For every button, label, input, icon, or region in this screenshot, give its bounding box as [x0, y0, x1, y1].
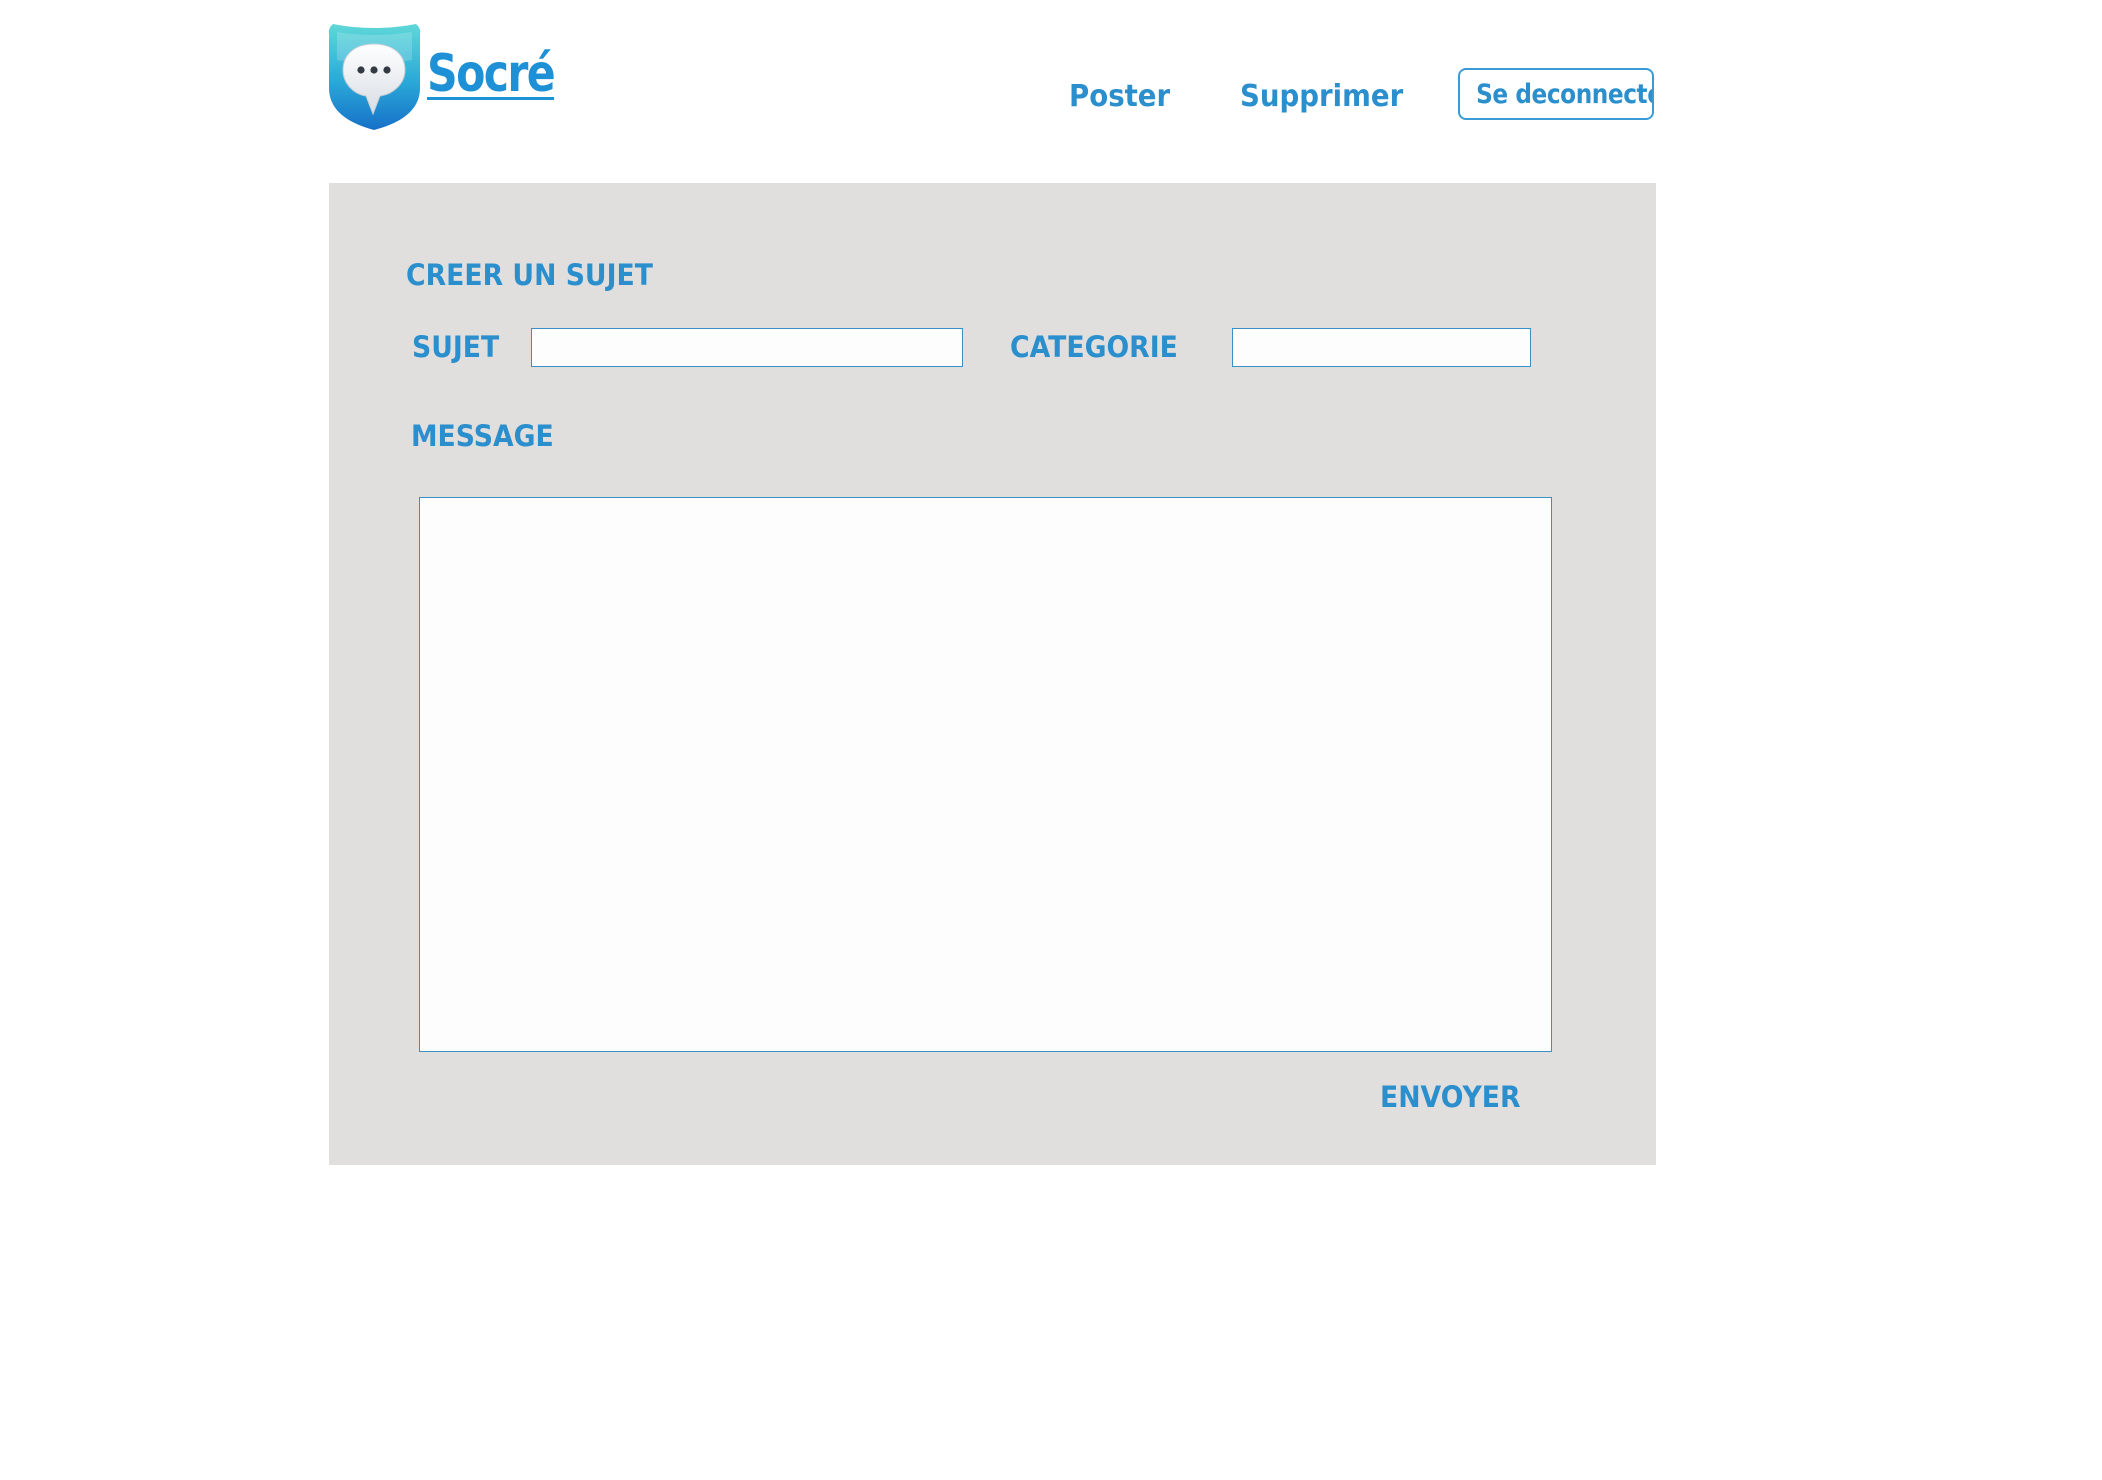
create-topic-panel: CREER UN SUJET SUJET CATEGORIE MESSAGE E… — [329, 183, 1656, 1165]
chat-bubble-shield-icon — [328, 24, 421, 130]
page: Socré Poster Supprimer Se deconnecter CR… — [0, 0, 2102, 1480]
category-label: CATEGORIE — [1010, 330, 1178, 364]
category-input[interactable] — [1232, 328, 1531, 367]
nav-supprimer-link[interactable]: Supprimer — [1240, 82, 1403, 112]
send-button[interactable]: ENVOYER — [1380, 1083, 1521, 1112]
form-title: CREER UN SUJET — [406, 258, 653, 292]
site-logo[interactable]: Socré — [327, 20, 572, 135]
logo-text: Socré — [427, 44, 556, 104]
logout-button-label: Se deconnecter — [1476, 78, 1654, 110]
subject-label: SUJET — [412, 330, 500, 364]
logout-button[interactable]: Se deconnecter — [1458, 68, 1654, 120]
message-label: MESSAGE — [411, 419, 554, 453]
subject-input[interactable] — [531, 328, 963, 367]
message-textarea[interactable] — [419, 497, 1552, 1052]
nav-poster-link[interactable]: Poster — [1069, 82, 1170, 112]
